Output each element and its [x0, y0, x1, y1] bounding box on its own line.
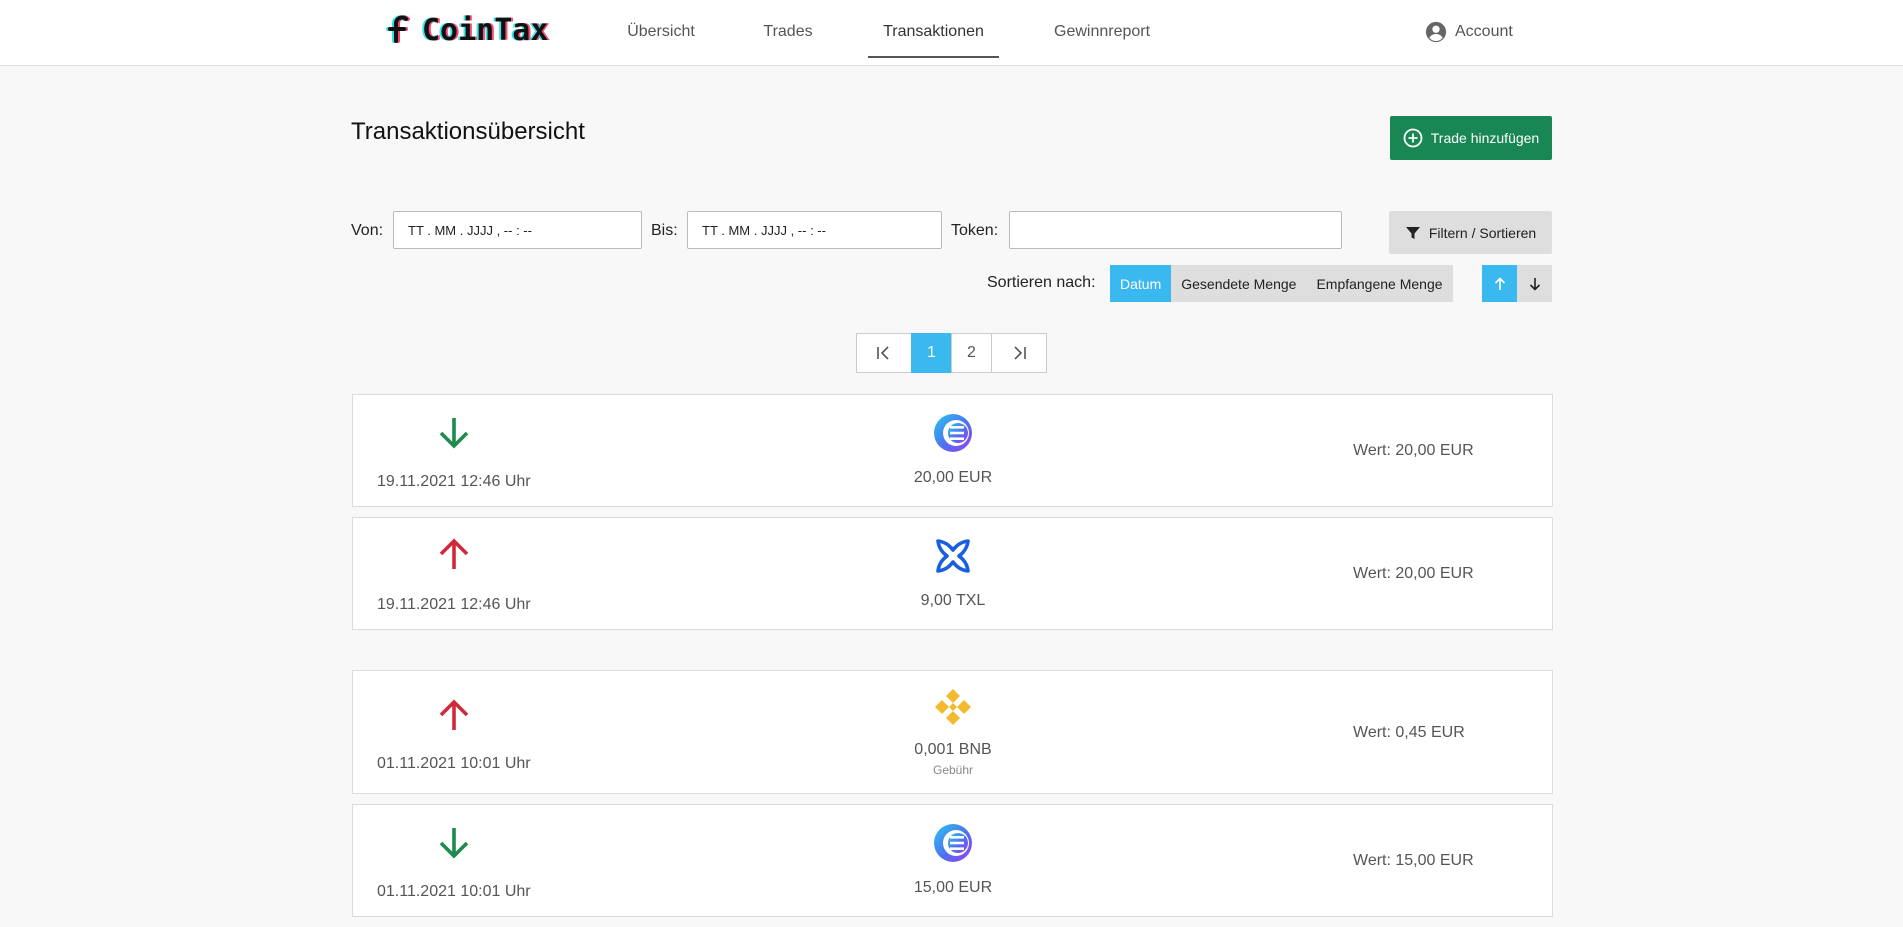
to-label: Bis: — [651, 222, 678, 239]
arrow-down-icon — [439, 828, 469, 859]
to-date-input[interactable]: TT . MM . JJJJ , -- : -- — [687, 211, 942, 249]
transaction-amount: 15,00 EUR — [913, 879, 993, 896]
transaction-date: 19.11.2021 12:46 Uhr — [377, 596, 531, 613]
arrow-up-icon — [439, 538, 469, 569]
transaction-amount: 20,00 EUR — [913, 469, 993, 486]
sort-by-received-amount-button[interactable]: Empfangene Menge — [1306, 265, 1453, 302]
euro-stablecoin-icon — [934, 824, 972, 862]
last-page-icon — [1014, 346, 1026, 360]
from-date-placeholder: TT . MM . JJJJ , -- : -- — [408, 222, 532, 238]
sort-direction — [1482, 265, 1552, 302]
euro-stablecoin-icon — [934, 414, 972, 452]
nav-overview[interactable]: Übersicht — [626, 0, 696, 62]
transaction-date: 01.11.2021 10:01 Uhr — [377, 755, 531, 772]
token-label: Token: — [951, 222, 999, 239]
sort-label: Sortieren nach: — [987, 274, 1096, 291]
last-page-button[interactable] — [991, 333, 1047, 373]
transaction-row[interactable]: 19.11.2021 12:46 Uhr 9,00 TXL Wert: 20,0… — [352, 517, 1553, 630]
transaction-value: Wert: 20,00 EUR — [1353, 442, 1474, 459]
cointax-logo-icon — [386, 15, 410, 43]
add-trade-label: Trade hinzufügen — [1430, 130, 1540, 146]
sort-ascending-button[interactable] — [1482, 265, 1517, 302]
transaction-row[interactable]: 19.11.2021 12:46 Uhr 20,00 EUR Wert: 20,… — [352, 394, 1553, 507]
nav-transactions[interactable]: Transaktionen — [868, 0, 999, 58]
plus-circle-icon — [1403, 128, 1423, 148]
to-date-placeholder: TT . MM . JJJJ , -- : -- — [702, 222, 826, 238]
sort-descending-button[interactable] — [1517, 265, 1552, 302]
transaction-row[interactable]: 01.11.2021 10:01 Uhr 15,00 EUR Wert: 15,… — [352, 804, 1553, 917]
from-date-input[interactable]: TT . MM . JJJJ , -- : -- — [393, 211, 642, 249]
page-1-button[interactable]: 1 — [911, 333, 952, 373]
transaction-amount: 0,001 BNB — [914, 741, 992, 758]
nav-profit-report[interactable]: Gewinnreport — [1054, 0, 1150, 62]
arrow-up-small-icon — [1494, 276, 1505, 290]
account-label: Account — [1455, 23, 1513, 40]
fee-label: Gebühr — [932, 763, 974, 777]
pagination: 1 2 — [856, 333, 1047, 373]
sort-by-date-button[interactable]: Datum — [1110, 265, 1172, 302]
add-trade-button[interactable]: Trade hinzufügen — [1390, 116, 1552, 160]
token-input[interactable] — [1009, 211, 1342, 249]
app-name: CoinTax — [422, 12, 549, 48]
app-logo[interactable]: CoinTax — [386, 12, 548, 48]
transaction-value: Wert: 0,45 EUR — [1353, 724, 1465, 741]
arrow-up-icon — [439, 699, 469, 730]
arrow-down-small-icon — [1529, 277, 1540, 291]
filter-sort-label: Filtern / Sortieren — [1428, 224, 1537, 241]
from-label: Von: — [351, 222, 384, 239]
page-title: Transaktionsübersicht — [351, 118, 585, 145]
first-page-icon — [877, 346, 889, 360]
arrow-down-icon — [439, 418, 469, 449]
first-page-button[interactable] — [856, 333, 912, 373]
transaction-date: 01.11.2021 10:01 Uhr — [377, 883, 531, 900]
transaction-date: 19.11.2021 12:46 Uhr — [377, 473, 531, 490]
filter-funnel-icon — [1405, 226, 1420, 239]
transaction-amount: 9,00 TXL — [920, 592, 986, 609]
transaction-row[interactable]: 01.11.2021 10:01 Uhr 0,001 BNB Gebühr We… — [352, 670, 1553, 794]
account-circle-icon — [1425, 21, 1447, 43]
filter-sort-button[interactable]: Filtern / Sortieren — [1389, 211, 1552, 254]
top-navigation-bar: CoinTax Übersicht Trades Transaktionen G… — [0, 0, 1903, 66]
transaction-value: Wert: 20,00 EUR — [1353, 565, 1474, 582]
bnb-icon — [935, 689, 971, 725]
sort-options: Datum Gesendete Menge Empfangene Menge — [1110, 265, 1453, 302]
account-menu[interactable]: Account — [1425, 20, 1513, 44]
transaction-value: Wert: 15,00 EUR — [1353, 852, 1474, 869]
page-2-button[interactable]: 2 — [951, 333, 992, 373]
sort-by-sent-amount-button[interactable]: Gesendete Menge — [1171, 265, 1307, 302]
nav-trades[interactable]: Trades — [762, 0, 814, 62]
txl-token-icon — [936, 539, 970, 573]
